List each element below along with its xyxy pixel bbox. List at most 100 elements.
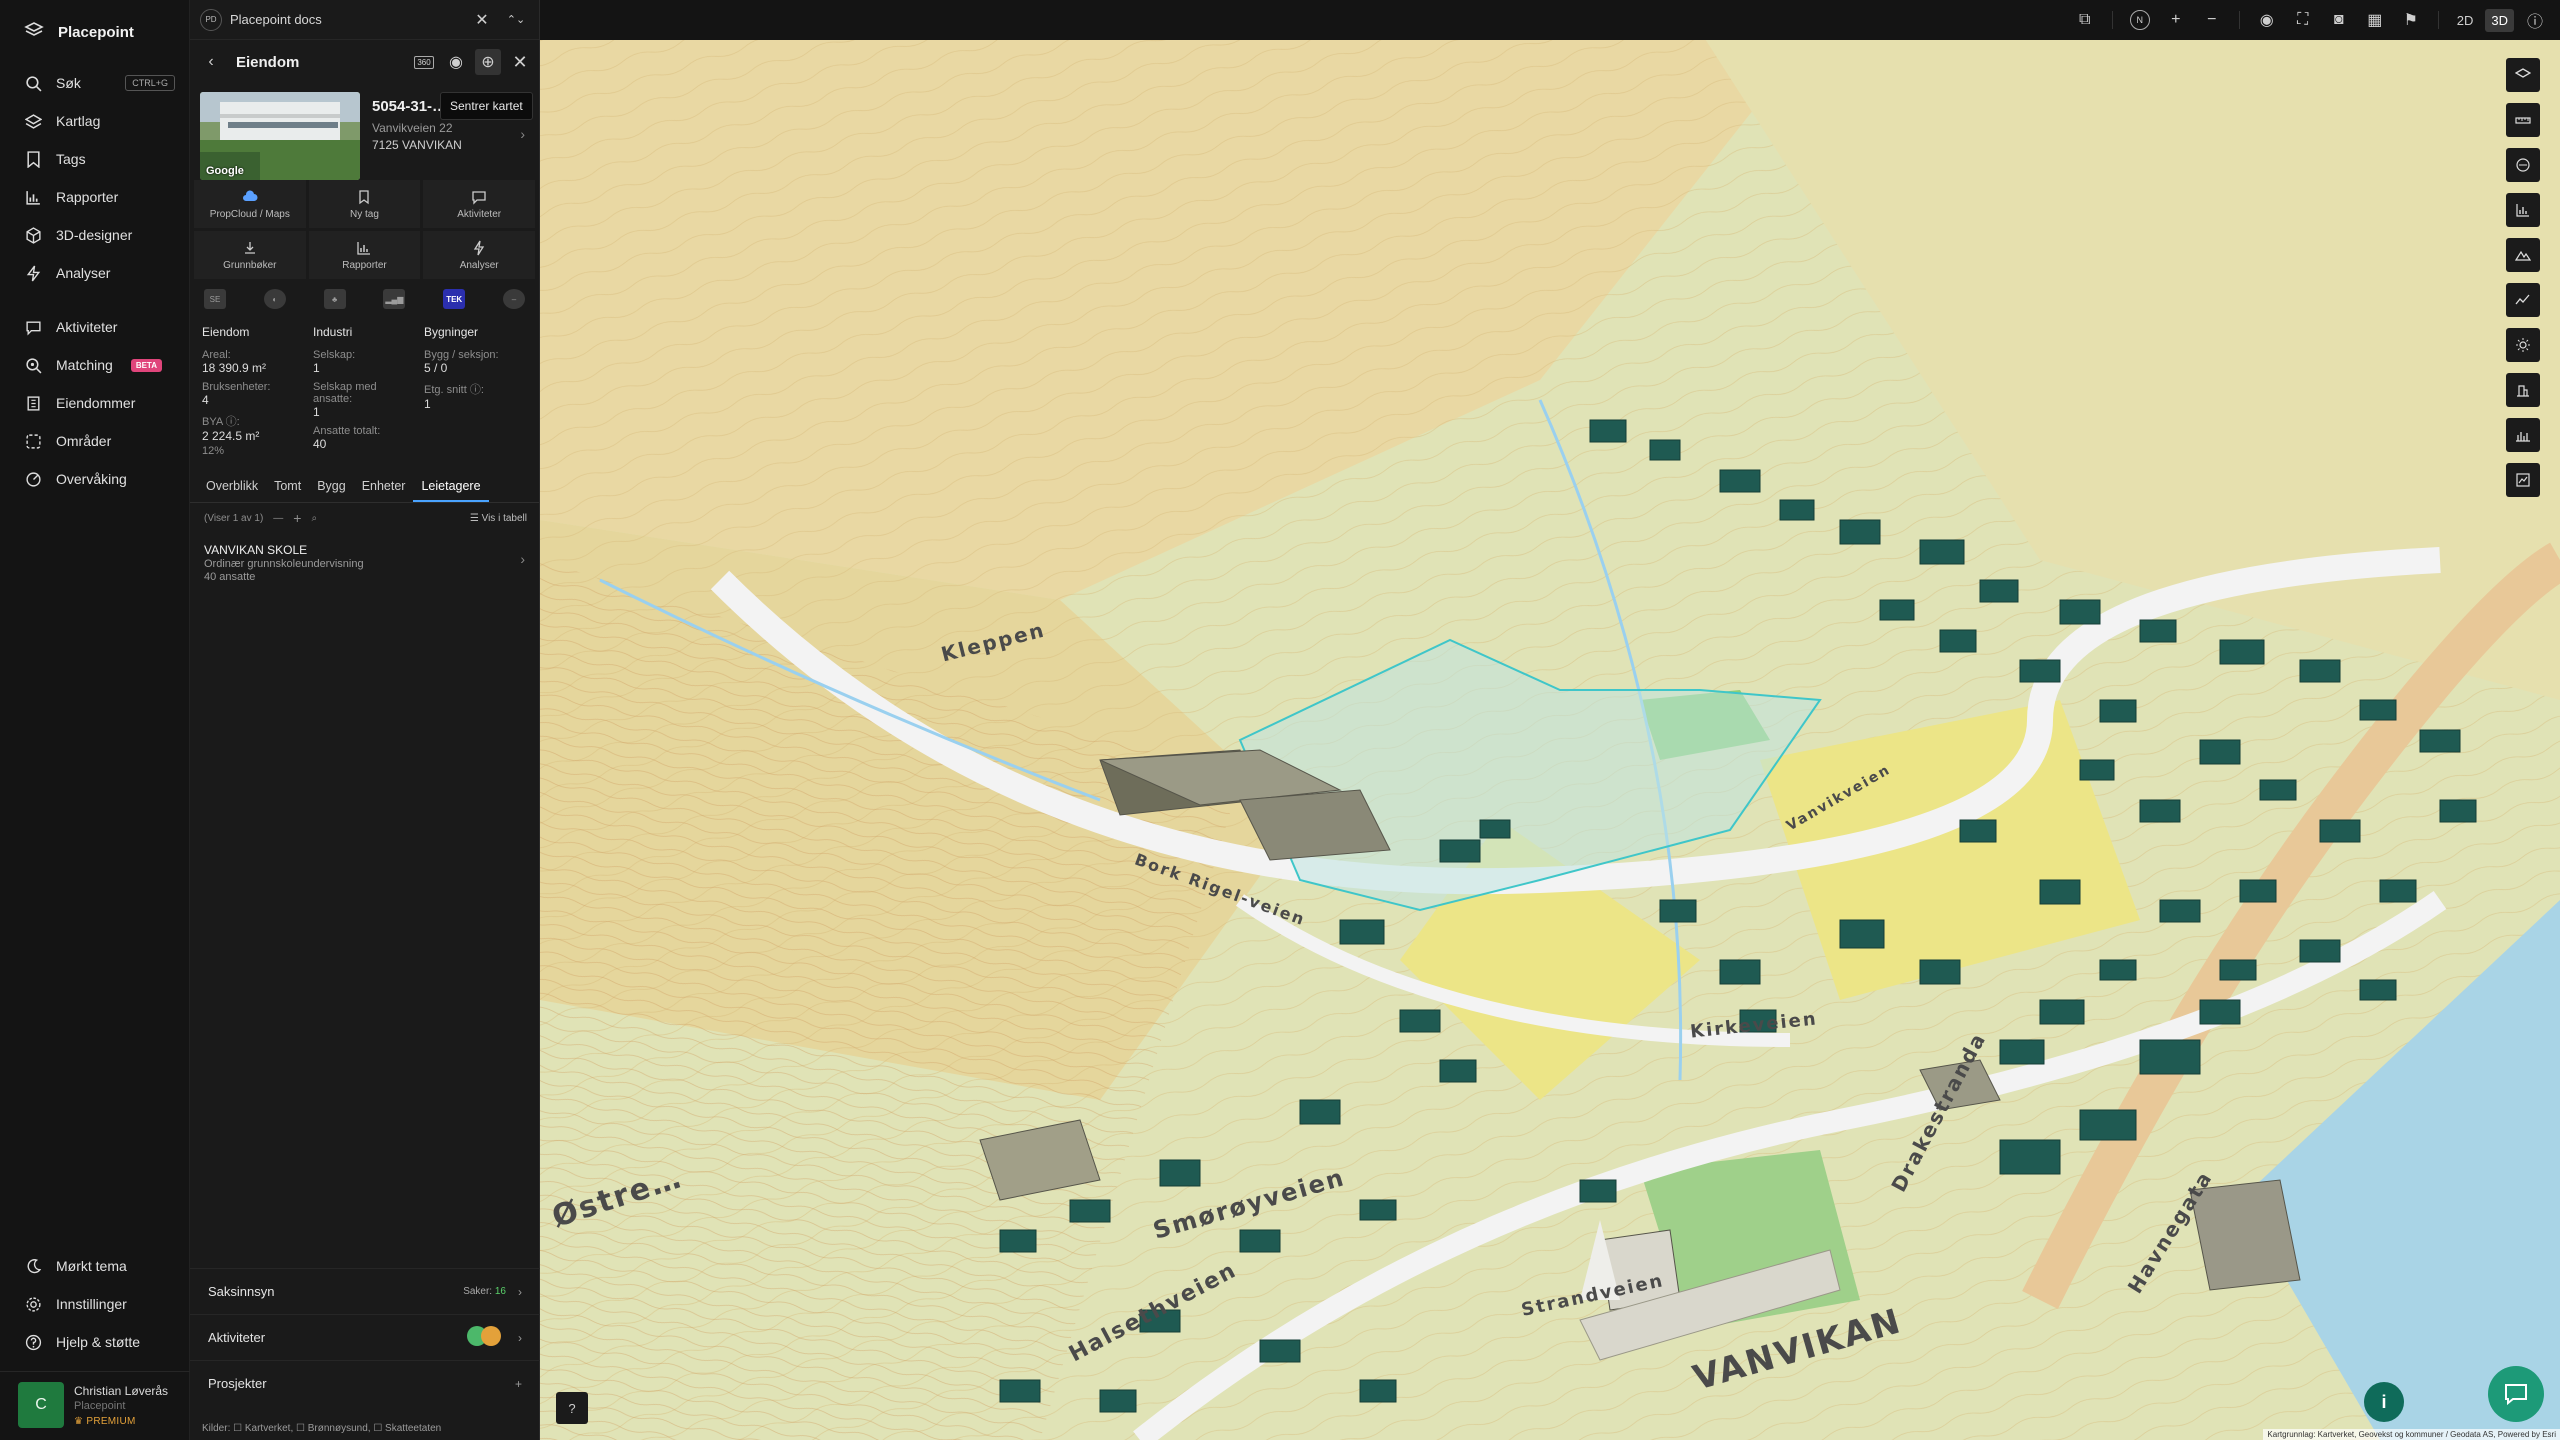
divider [2437,11,2439,29]
se-source-icon[interactable]: SE [204,289,226,309]
globe-source-icon[interactable]: ◐ [263,289,286,309]
collapse-icon[interactable]: — [273,513,283,524]
map-help-button[interactable]: ? [556,1392,588,1424]
tool-buildings-button[interactable] [2506,373,2540,407]
tool-chart-button[interactable] [2506,193,2540,227]
data-sources: Kilder: ☐ Kartverket, ☐ Brønnøysund, ☐ S… [202,1423,442,1434]
tool-layers-button[interactable] [2506,58,2540,92]
action-label: Analyser [459,259,499,271]
visibility-button[interactable]: ◉ [443,49,469,75]
brand[interactable]: Placepoint [0,0,189,64]
nav-item-map-layers[interactable]: Kartlag [0,102,189,140]
nav-item-analyses[interactable]: Analyser [0,254,189,292]
activities-button[interactable]: Aktiviteter [423,180,535,228]
section-activities[interactable]: Aktiviteter › [190,1314,540,1360]
list-count: (Viser 1 av 1) [204,512,264,524]
stat-label: BYA ⓘ: [202,416,240,428]
tab-units[interactable]: Enheter [354,473,414,502]
industry-source-icon[interactable]: ♣ [323,289,346,309]
tab-buildings[interactable]: Bygg [309,473,354,502]
property-photo[interactable]: Google [200,92,360,180]
propcloud-button[interactable]: PropCloud / Maps [194,180,306,228]
tool-terrain-button[interactable] [2506,238,2540,272]
tool-sun-button[interactable] [2506,328,2540,362]
info-button[interactable]: ⓘ [2520,5,2550,35]
map-info-button[interactable]: i [2364,1382,2404,1422]
view-2d-button[interactable]: 2D [2451,9,2480,32]
fullscreen-button[interactable]: ⛶ [2288,5,2318,35]
land-registry-button[interactable]: Grunnbøker [194,231,306,279]
tool-measure-button[interactable] [2506,103,2540,137]
source-icons: SE ◐ ♣ ▂▄▆ TEK – [190,279,539,319]
stat-value: 2 224.5 m² [202,429,260,443]
crosshair-icon: ⊕ [481,54,495,71]
visibility-button[interactable]: ◉ [2252,5,2282,35]
chat-button[interactable] [2488,1366,2544,1422]
screenshot-button[interactable]: ◙ [2324,5,2354,35]
nav-item-3d-designer[interactable]: 3D-designer [0,216,189,254]
bars-source-icon[interactable]: ▂▄▆ [383,289,406,309]
center-map-button[interactable]: ⊕ [475,49,501,75]
nav-item-matching[interactable]: Matching BETA [0,346,189,384]
close-docs-button[interactable]: ✕ [469,7,495,33]
tab-overview[interactable]: Overblikk [198,473,266,502]
eye-icon: ◉ [449,54,463,71]
bookmark-button[interactable]: ⚑ [2396,5,2426,35]
docs-badge: PD [200,8,222,31]
nav-item-monitoring[interactable]: Overvåking [0,460,189,498]
nav-item-tags[interactable]: Tags [0,140,189,178]
user-profile[interactable]: C Christian Løverås Placepoint ♛ PREMIUM [0,1371,190,1440]
back-button[interactable]: ‹ [198,49,224,75]
360-view-button[interactable]: 360 [411,49,437,75]
stat-label: Bruksenheter: [202,381,271,393]
map-side-tools [2506,58,2540,497]
view-3d-button[interactable]: 3D [2485,8,2514,32]
nav-item-properties[interactable]: Eiendommer [0,384,189,422]
lightning-icon [473,240,485,255]
plan-badge: ♛ PREMIUM [74,1416,168,1427]
list-item[interactable]: VANVIKAN SKOLE Ordinær grunnskoleundervi… [190,533,539,593]
reports-button[interactable]: Rapporter [308,231,421,279]
analyses-button[interactable]: Analyser [423,231,535,279]
layers-icon [25,113,42,129]
search-icon[interactable]: ⌕ [311,513,317,524]
docs-title[interactable]: Placepoint docs [230,12,461,27]
nav-item-settings[interactable]: Innstillinger [0,1285,190,1323]
zoom-out-button[interactable]: − [2197,5,2227,35]
grid-button[interactable]: ▦ [2360,5,2390,35]
tab-plot[interactable]: Tomt [266,473,309,502]
tool-analysis-button[interactable] [2506,463,2540,497]
section-case-access[interactable]: Saksinnsyn Saker: 16 › [190,1268,540,1314]
add-icon[interactable]: + [293,510,301,526]
zoom-in-button[interactable]: + [2161,5,2191,35]
section-projects[interactable]: Prosjekter + [190,1360,540,1406]
map-3d-scene[interactable] [540,0,2560,1440]
360-icon: 360 [414,55,434,69]
tab-tenants[interactable]: Leietagere [413,473,489,502]
nav-item-activities[interactable]: Aktiviteter [0,308,189,346]
area-icon [2516,158,2530,172]
close-panel-button[interactable]: ✕ [507,49,533,75]
tool-skyline-button[interactable] [2506,418,2540,452]
nav-item-search[interactable]: Søk CTRL+G [0,64,189,102]
nav-item-help[interactable]: Hjelp & støtte [0,1323,190,1361]
new-tag-button[interactable]: Ny tag [308,180,421,228]
tool-area-button[interactable] [2506,148,2540,182]
nav-item-areas[interactable]: Områder [0,422,189,460]
action-label: PropCloud / Maps [209,208,290,220]
radar-icon [26,471,41,487]
nav-item-dark-theme[interactable]: Mørkt tema [0,1247,190,1285]
view-table-button[interactable]: ☰ Vis i tabell [470,513,527,524]
stat-value: 40 [313,437,327,451]
tek-source-icon[interactable]: TEK [443,289,466,309]
more-source-icon[interactable]: – [502,289,525,309]
chevron-right-icon: › [518,1330,522,1345]
add-icon[interactable]: + [515,1377,522,1391]
stats-industry: Industri Selskap: 1 Selskap med ansatte:… [313,325,416,463]
layers-3d-button[interactable]: ⧉ [2070,5,2100,35]
expand-docs-button[interactable]: ⌃⌄ [503,7,529,33]
map-canvas[interactable]: Kleppen Vanvikveien Kirkeveien Drakestra… [540,0,2560,1440]
compass-button[interactable]: N [2125,5,2155,35]
nav-item-reports[interactable]: Rapporter [0,178,189,216]
tool-elevation-button[interactable] [2506,283,2540,317]
